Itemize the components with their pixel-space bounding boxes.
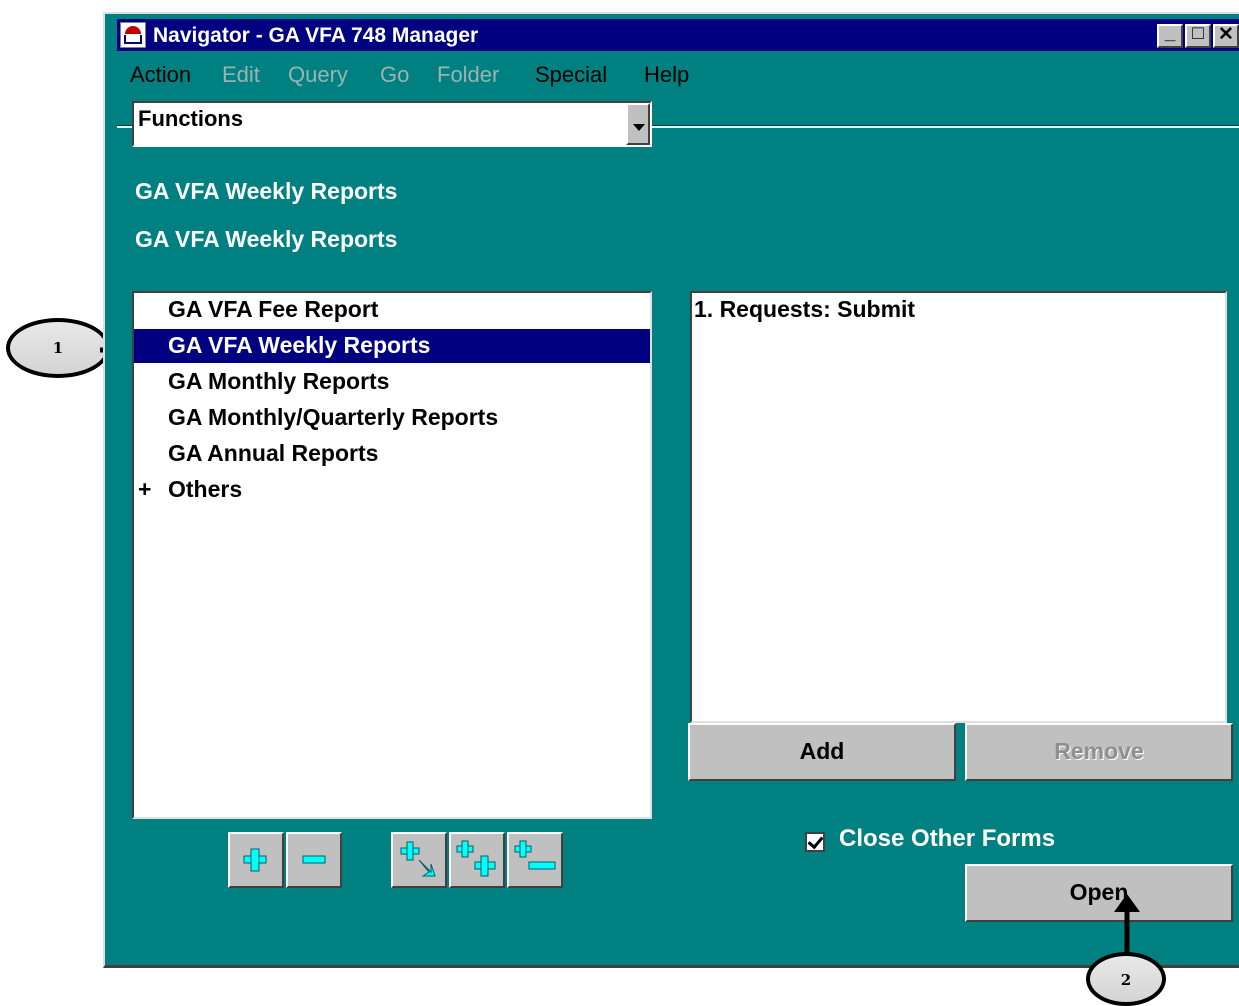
tree-item-label: Others [168,476,243,502]
current-function-title: GA VFA Weekly Reports [135,178,398,204]
tree-item-monthly-quarterly-reports[interactable]: GA Monthly/Quarterly Reports [134,401,650,435]
close-other-forms-checkbox[interactable] [805,832,825,852]
navigator-window: Navigator - GA VFA 748 Manager _ □ ✕ Act… [103,12,1239,968]
minus-icon [302,855,326,864]
tree-item-fee-report[interactable]: GA VFA Fee Report [134,293,650,327]
menu-edit[interactable]: Edit [222,62,260,88]
functions-dropdown-value: Functions [138,106,244,131]
callout-1-label: 1 [52,339,64,357]
callout-2-label: 2 [1120,971,1132,989]
maximize-button[interactable]: □ [1185,23,1211,48]
callout-1: 1 [6,318,110,378]
menu-help[interactable]: Help [644,62,689,88]
expand-all-icon [456,840,496,877]
menu-query[interactable]: Query [288,62,348,88]
menu-special[interactable]: Special [535,62,607,88]
tree-item-others[interactable]: + Others [134,473,650,507]
tree-item-label: GA VFA Fee Report [168,296,379,322]
menu-bar: Action Edit Query Go Folder Special Help [117,62,1239,94]
documents-list[interactable]: 1. Requests: Submit [690,291,1227,723]
collapse-all-icon [514,840,556,870]
tree-item-label: GA Annual Reports [168,440,379,466]
menu-folder[interactable]: Folder [437,62,499,88]
maximize-icon: □ [1192,23,1204,44]
expand-all-button[interactable] [449,832,505,888]
open-button[interactable]: Open [965,864,1233,922]
tree-item-monthly-reports[interactable]: GA Monthly Reports [134,365,650,399]
callout-2: 2 [1086,952,1166,1006]
minimize-icon: _ [1164,23,1176,44]
window-title: Navigator - GA VFA 748 Manager [153,24,479,47]
close-icon: ✕ [1218,24,1234,45]
tree-item-annual-reports[interactable]: GA Annual Reports [134,437,650,471]
add-button[interactable]: Add [688,723,956,781]
tree-item-weekly-reports[interactable]: GA VFA Weekly Reports [134,329,650,363]
open-button-label: Open [1069,879,1129,905]
tree-item-label: GA Monthly/Quarterly Reports [168,404,499,430]
tree-item-label: GA Monthly Reports [168,368,390,394]
minimize-button[interactable]: _ [1157,23,1183,48]
collapse-all-button[interactable] [507,832,563,888]
remove-button[interactable]: Remove [965,723,1233,781]
close-other-forms-label[interactable]: Close Other Forms [839,825,1055,853]
menu-go[interactable]: Go [380,62,409,88]
collapse-button[interactable] [286,832,342,888]
plus-icon [243,848,267,872]
add-button-label: Add [799,738,845,764]
expand-branch-icon [400,841,436,877]
close-button[interactable]: ✕ [1213,24,1239,48]
expand-icon[interactable]: + [138,476,151,503]
title-bar: Navigator - GA VFA 748 Manager _ □ ✕ [117,19,1239,51]
current-function-subtitle: GA VFA Weekly Reports [135,226,398,252]
remove-button-label: Remove [1054,738,1144,764]
menu-action[interactable]: Action [130,62,191,88]
expand-branch-button[interactable] [391,832,447,888]
functions-dropdown[interactable]: Functions [132,101,652,147]
expand-button[interactable] [228,832,284,888]
tree-item-label: GA VFA Weekly Reports [168,332,431,358]
dropdown-arrow-icon[interactable] [626,103,650,145]
app-icon [120,22,146,48]
functions-tree[interactable]: GA VFA Fee Report GA VFA Weekly Reports … [132,291,652,819]
list-item[interactable]: 1. Requests: Submit [694,296,915,323]
